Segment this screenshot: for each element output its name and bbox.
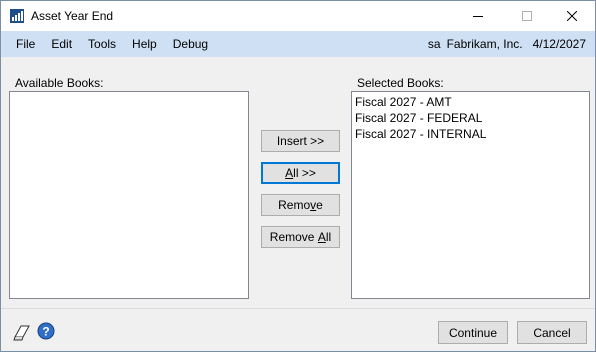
insert-all-button[interactable]: All >> [261, 162, 340, 184]
menu-file[interactable]: File [1, 31, 43, 57]
insert-button[interactable]: Insert >> [261, 130, 340, 152]
bar-chart-app-icon [10, 9, 24, 23]
maximize-button[interactable] [504, 1, 550, 31]
maximize-icon [522, 11, 532, 21]
menu-debug[interactable]: Debug [165, 31, 216, 57]
remove-button[interactable]: Remo v e [261, 194, 340, 216]
asset-year-end-window: Asset Year End File Edit Tools Help Debu… [0, 0, 596, 352]
available-books-label: Available Books: [15, 76, 104, 90]
footer-divider [1, 308, 595, 309]
available-books-list[interactable] [9, 91, 249, 299]
list-item[interactable]: Fiscal 2027 - FEDERAL [352, 110, 589, 126]
menu-bar: File Edit Tools Help Debug sa Fabrikam, … [1, 31, 595, 57]
menu-edit[interactable]: Edit [43, 31, 80, 57]
remove-all-button[interactable]: Remove All [261, 226, 340, 248]
note-icon[interactable] [12, 323, 32, 341]
close-icon [567, 11, 577, 21]
cancel-button[interactable]: Cancel [517, 321, 587, 344]
window-title: Asset Year End [31, 9, 114, 23]
menu-items: File Edit Tools Help Debug [1, 31, 230, 57]
user-id: sa [427, 37, 441, 51]
continue-button[interactable]: Continue [438, 321, 508, 344]
selected-books-label: Selected Books: [357, 76, 444, 90]
list-item[interactable]: Fiscal 2027 - AMT [352, 94, 589, 110]
menu-help[interactable]: Help [124, 31, 165, 57]
list-item[interactable]: Fiscal 2027 - INTERNAL [352, 126, 589, 142]
user-date: 4/12/2027 [532, 37, 586, 51]
menu-tools[interactable]: Tools [80, 31, 124, 57]
selected-books-list[interactable]: Fiscal 2027 - AMT Fiscal 2027 - FEDERAL … [351, 91, 590, 299]
close-button[interactable] [549, 1, 595, 31]
session-info: sa Fabrikam, Inc. 4/12/2027 [230, 31, 595, 57]
company-name: Fabrikam, Inc. [446, 37, 523, 51]
minimize-icon [473, 16, 483, 17]
title-bar[interactable]: Asset Year End [1, 1, 595, 31]
minimize-button[interactable] [455, 1, 501, 31]
svg-text:?: ? [42, 325, 49, 339]
help-icon[interactable]: ? [37, 322, 55, 340]
